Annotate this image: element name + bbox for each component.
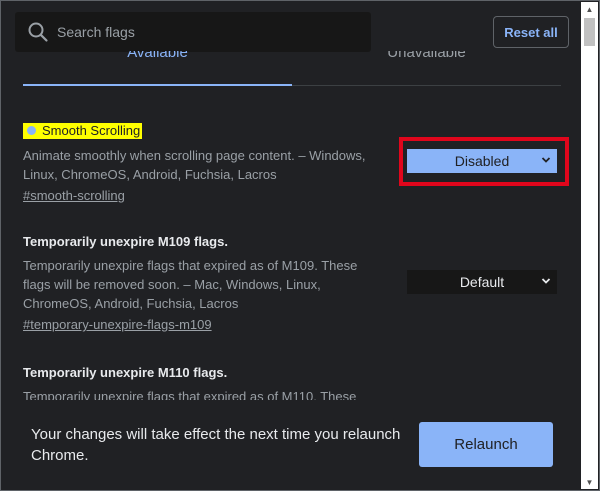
relaunch-footer: Your changes will take effect the next t…: [1, 400, 582, 490]
active-tab-indicator: [23, 84, 292, 86]
relaunch-message: Your changes will take effect the next t…: [31, 426, 401, 464]
flag-title: Smooth Scrolling: [23, 122, 143, 139]
annotation-highlight-box: [399, 137, 569, 186]
relaunch-button[interactable]: Relaunch: [419, 422, 553, 467]
search-box[interactable]: [15, 12, 371, 52]
unexpire-m109-select[interactable]: Default: [407, 270, 557, 294]
tab-unavailable[interactable]: Unavailable: [292, 51, 561, 84]
scroll-up-arrow-icon[interactable]: ▲: [581, 2, 598, 16]
flag-description: Animate smoothly when scrolling page con…: [23, 148, 366, 182]
flag-title: Temporarily unexpire M110 flags.: [23, 365, 228, 380]
flag-link[interactable]: #temporary-unexpire-flags-m109: [23, 317, 212, 332]
tabs: Available Unavailable: [23, 51, 561, 86]
scrollbar[interactable]: ▲ ▼: [581, 2, 598, 489]
chevron-down-icon: [541, 278, 551, 284]
select-value: Default: [459, 274, 505, 290]
flag-title-text: Smooth Scrolling: [42, 122, 141, 138]
tab-available[interactable]: Available: [23, 51, 292, 84]
flag-description: Temporarily unexpire flags that expired …: [23, 258, 358, 311]
flag-link[interactable]: #smooth-scrolling: [23, 188, 125, 203]
tabs-divider: [292, 85, 561, 86]
reset-all-button[interactable]: Reset all: [493, 16, 569, 48]
modified-dot-icon: [27, 126, 36, 135]
scroll-down-arrow-icon[interactable]: ▼: [581, 475, 598, 489]
search-icon: [28, 22, 48, 42]
flag-title: Temporarily unexpire M109 flags.: [23, 234, 228, 249]
search-input[interactable]: [57, 17, 371, 47]
scroll-thumb[interactable]: [584, 18, 595, 46]
flags-window: Smooth Scrolling Animate smoothly when s…: [0, 0, 600, 491]
